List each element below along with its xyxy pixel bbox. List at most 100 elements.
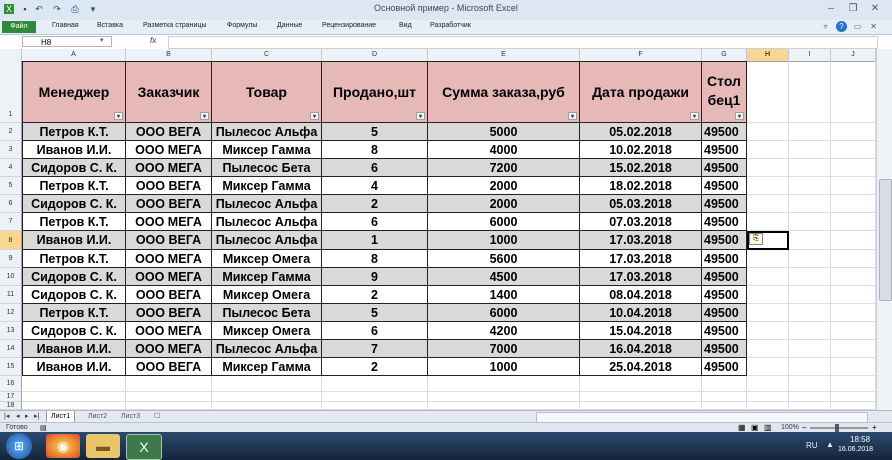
table-cell[interactable]: ООО МЕГА [126,340,212,358]
empty-cell[interactable] [580,402,702,410]
clock-date[interactable]: 16.06.2018 [838,446,873,453]
table-cell[interactable]: 6 [322,322,428,340]
table-cell[interactable]: ООО ВЕГА [126,231,212,250]
table-cell[interactable]: ООО МЕГА [126,213,212,231]
empty-cell[interactable] [747,141,789,159]
column-header-i[interactable]: I [789,49,831,61]
excel-taskbar-icon[interactable]: X [126,434,162,460]
empty-cell[interactable] [789,141,831,159]
row-header[interactable]: 12 [0,304,22,322]
empty-cell[interactable] [789,340,831,358]
filter-dropdown-icon[interactable]: ▾ [200,112,209,120]
table-cell[interactable]: 18.02.2018 [580,177,702,195]
table-cell[interactable]: 1000 [428,358,580,376]
empty-cell[interactable] [580,376,702,392]
table-cell[interactable]: 1 [322,231,428,250]
zoom-slider-knob[interactable] [835,424,839,432]
empty-cell[interactable] [322,376,428,392]
start-button-icon[interactable]: ⊞ [6,433,32,459]
table-header-cell[interactable]: Заказчик ▾ [126,61,212,123]
filter-dropdown-icon[interactable]: ▾ [114,112,123,120]
empty-cell[interactable] [831,250,876,268]
vertical-scroll-thumb[interactable] [879,179,892,301]
empty-cell[interactable] [747,213,789,231]
filter-dropdown-icon[interactable]: ▾ [735,112,744,120]
table-cell[interactable]: 1400 [428,286,580,304]
empty-cell[interactable] [831,231,876,250]
table-cell[interactable]: Пылесос Бета [212,159,322,177]
empty-cell[interactable] [789,61,831,123]
tab-home[interactable]: Главная [52,22,79,29]
sheet-tab-2[interactable]: Лист2 [84,411,111,422]
table-cell[interactable]: 49500 [702,123,747,141]
table-cell[interactable]: Миксер Гамма [212,141,322,159]
table-cell[interactable]: 49500 [702,340,747,358]
table-cell[interactable]: 5 [322,304,428,322]
table-cell[interactable]: 49500 [702,195,747,213]
table-cell[interactable]: Миксер Гамма [212,358,322,376]
empty-cell[interactable] [789,286,831,304]
table-cell[interactable]: 05.03.2018 [580,195,702,213]
table-cell[interactable]: Петров К.Т. [22,213,126,231]
tab-view[interactable]: Вид [399,22,412,29]
empty-cell[interactable] [747,402,789,410]
table-cell[interactable]: ООО МЕГА [126,268,212,286]
empty-cell[interactable] [22,402,126,410]
empty-cell[interactable] [831,268,876,286]
table-cell[interactable]: Петров К.Т. [22,177,126,195]
empty-cell[interactable] [831,159,876,177]
vertical-scrollbar[interactable] [876,49,892,410]
empty-cell[interactable] [831,195,876,213]
table-cell[interactable]: ООО МЕГА [126,159,212,177]
clock-time[interactable]: 18:58 [850,435,870,444]
column-header-c[interactable]: C [212,49,322,61]
filter-dropdown-icon[interactable]: ▾ [310,112,319,120]
table-cell[interactable]: 17.03.2018 [580,250,702,268]
table-cell[interactable]: 4000 [428,141,580,159]
name-box[interactable]: H8 [22,36,112,47]
table-cell[interactable]: Пылесос Альфа [212,123,322,141]
window-close-small-icon[interactable]: ✕ [868,21,879,32]
last-sheet-icon[interactable]: ▸| [34,412,39,420]
empty-cell[interactable] [831,376,876,392]
row-header[interactable]: 9 [0,250,22,268]
table-cell[interactable]: Иванов И.И. [22,358,126,376]
table-cell[interactable]: Сидоров С. К. [22,286,126,304]
restore-icon[interactable]: ❐ [846,2,860,16]
formula-input[interactable] [168,36,878,49]
table-cell[interactable]: 8 [322,250,428,268]
help-icon[interactable]: ? [836,21,847,32]
empty-cell[interactable] [789,159,831,177]
table-cell[interactable]: 2 [322,195,428,213]
first-sheet-icon[interactable]: |◂ [4,412,9,420]
row-header[interactable]: 14 [0,340,22,358]
table-cell[interactable]: Миксер Омега [212,286,322,304]
table-cell[interactable]: 5 [322,123,428,141]
empty-cell[interactable] [789,322,831,340]
table-cell[interactable]: Сидоров С. К. [22,268,126,286]
row-header[interactable]: 18 [0,402,22,410]
table-cell[interactable]: 49500 [702,159,747,177]
table-cell[interactable]: 10.02.2018 [580,141,702,159]
paste-options-icon[interactable]: ⎘ [749,233,763,245]
ribbon-collapse-icon[interactable]: ▿ [820,21,831,32]
table-cell[interactable]: 5000 [428,123,580,141]
empty-cell[interactable] [789,268,831,286]
table-cell[interactable]: 7200 [428,159,580,177]
empty-cell[interactable] [747,304,789,322]
empty-cell[interactable] [212,392,322,402]
table-header-cell[interactable]: Стол бец1 ▾ [702,61,747,123]
filter-dropdown-icon[interactable]: ▾ [416,112,425,120]
empty-cell[interactable] [831,322,876,340]
table-cell[interactable]: 7 [322,340,428,358]
table-cell[interactable]: 49500 [702,268,747,286]
table-cell[interactable]: 49500 [702,304,747,322]
empty-cell[interactable] [831,358,876,376]
empty-cell[interactable] [428,402,580,410]
table-cell[interactable]: Иванов И.И. [22,340,126,358]
column-header-a[interactable]: A [22,49,126,61]
tab-file[interactable]: Файл [2,21,36,33]
language-indicator[interactable]: RU [806,441,818,450]
empty-cell[interactable] [831,286,876,304]
table-cell[interactable]: 49500 [702,141,747,159]
